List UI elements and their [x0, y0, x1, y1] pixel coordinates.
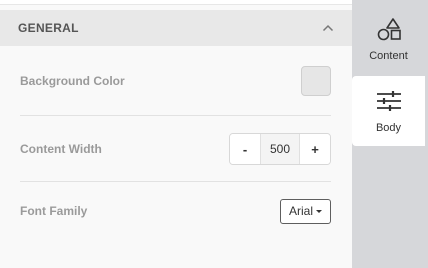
font-family-label: Font Family	[20, 204, 88, 218]
sliders-icon	[375, 89, 403, 118]
font-family-select[interactable]: Arial	[280, 198, 331, 224]
caret-down-icon	[316, 210, 322, 213]
content-width-label: Content Width	[20, 142, 102, 156]
tab-content-label: Content	[369, 49, 408, 62]
content-width-input[interactable]: 500	[260, 134, 300, 164]
section-title: GENERAL	[18, 21, 79, 35]
chevron-up-icon[interactable]	[322, 22, 334, 34]
background-color-swatch[interactable]	[301, 66, 331, 96]
sidebar: Content Body	[352, 0, 428, 268]
content-width-stepper: - 500 +	[229, 133, 331, 165]
tab-body-label: Body	[375, 121, 402, 134]
top-strip	[0, 0, 352, 5]
shapes-icon	[376, 17, 402, 46]
divider	[20, 115, 331, 116]
font-family-row: Font Family Arial	[20, 198, 331, 224]
background-color-row: Background Color	[20, 65, 331, 97]
settings-panel: GENERAL Background Color Content Width -…	[0, 0, 352, 268]
general-section-header[interactable]: GENERAL	[0, 10, 352, 46]
font-family-value: Arial	[288, 204, 313, 218]
divider	[20, 181, 331, 182]
content-width-row: Content Width - 500 +	[20, 133, 331, 165]
increment-button[interactable]: +	[300, 134, 330, 164]
background-color-label: Background Color	[20, 74, 125, 88]
decrement-button[interactable]: -	[230, 134, 260, 164]
tab-content[interactable]: Content	[352, 8, 425, 70]
tab-body[interactable]: Body	[352, 76, 425, 146]
